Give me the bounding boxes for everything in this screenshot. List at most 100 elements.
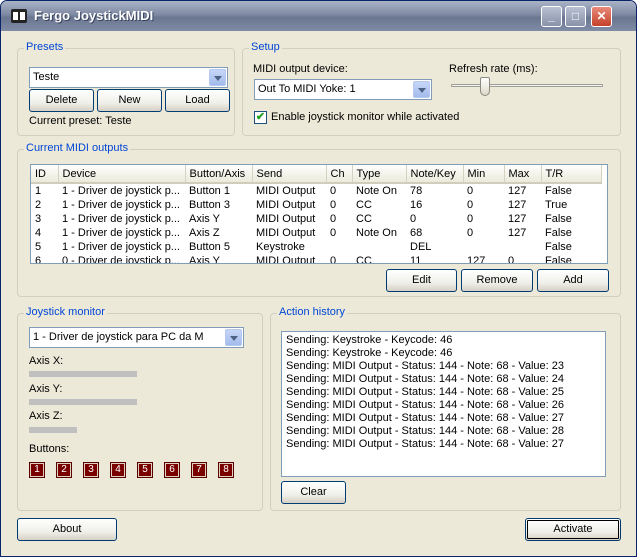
table-cell: 1 - Driver de joystick p... [62, 213, 180, 225]
history-line: Sending: MIDI Output - Status: 144 - Not… [286, 412, 565, 424]
refresh-rate-slider-track[interactable] [451, 84, 603, 87]
about-button[interactable]: About [17, 518, 117, 541]
refresh-rate-slider-thumb[interactable] [480, 77, 490, 96]
joystick-button-indicator: 7 [191, 462, 207, 478]
table-cell: MIDI Output [256, 227, 316, 239]
table-row[interactable]: 3 1 - Driver de joystick p... Axis Y MIDI O… [31, 212, 601, 226]
table-cell: Note On [356, 227, 397, 239]
history-line: Sending: MIDI Output - Status: 144 - Not… [286, 386, 565, 398]
table-cell: 6 [35, 255, 42, 264]
column-header[interactable]: Max [504, 165, 542, 184]
clear-history-button[interactable]: Clear [281, 481, 346, 504]
remove-output-button[interactable]: Remove [461, 269, 533, 292]
axis-z-bar [29, 427, 77, 433]
table-cell [326, 240, 352, 254]
edit-output-button[interactable]: Edit [386, 269, 457, 292]
history-line: Sending: Keystroke - Keycode: 46 [286, 334, 453, 346]
app-window: Fergo JoystickMIDI _ □ ✕ Presets Teste D… [0, 0, 637, 557]
table-cell: Keystroke [256, 241, 305, 253]
axis-y-bar [29, 399, 137, 405]
joystick-button-indicator: 4 [110, 462, 126, 478]
new-preset-button[interactable]: New [97, 89, 162, 112]
midi-device-select[interactable]: Out To MIDI Yoke: 1 [254, 79, 432, 100]
table-cell: False [545, 255, 572, 264]
column-header[interactable]: Type [352, 165, 407, 184]
refresh-rate-label: Refresh rate (ms): [449, 63, 538, 75]
table-cell: 127 [508, 227, 527, 239]
history-line: Sending: MIDI Output - Status: 144 - Not… [286, 438, 565, 450]
maximize-button[interactable]: □ [565, 6, 586, 27]
history-line: Sending: Keystroke - Keycode: 46 [286, 347, 453, 359]
table-cell: Axis Z [189, 227, 220, 239]
close-button[interactable]: ✕ [591, 6, 612, 27]
axis-y-label: Axis Y: [29, 383, 63, 395]
table-cell: 0 [410, 213, 417, 225]
column-header[interactable]: Button/Axis [185, 165, 253, 184]
add-output-button[interactable]: Add [537, 269, 609, 292]
table-cell: 0 [467, 185, 474, 197]
delete-preset-button[interactable]: Delete [29, 89, 94, 112]
history-line: Sending: MIDI Output - Status: 144 - Not… [286, 399, 565, 411]
column-header[interactable]: T/R [541, 165, 602, 184]
table-row[interactable]: 4 1 - Driver de joystick p... Axis Z MIDI O… [31, 226, 601, 240]
chevron-down-icon[interactable] [209, 69, 226, 86]
midi-outputs-table[interactable]: ID Device Button/Axis Send Ch Type Note/Key Min… [30, 164, 608, 264]
table-cell: DEL [410, 241, 432, 253]
column-header[interactable]: Send [252, 165, 327, 184]
column-header[interactable]: Note/Key [406, 165, 464, 184]
load-preset-button[interactable]: Load [165, 89, 230, 112]
table-cell: 0 [330, 213, 337, 225]
joystick-monitor-legend: Joystick monitor [24, 306, 107, 318]
column-header[interactable]: Ch [326, 165, 353, 184]
table-cell: CC [356, 213, 372, 225]
table-cell: Button 3 [189, 199, 230, 211]
table-cell: Axis Y [189, 213, 220, 225]
table-row[interactable]: 5 1 - Driver de joystick p... Button 5 Keys… [31, 240, 601, 254]
presets-legend: Presets [24, 41, 66, 53]
table-cell: 16 [410, 199, 423, 211]
table-cell: Button 1 [189, 185, 230, 197]
column-header[interactable]: Device [58, 165, 186, 184]
table-cell: 1 - Driver de joystick p... [62, 199, 180, 211]
table-cell: 127 [508, 213, 527, 225]
preset-select[interactable]: Teste [29, 67, 228, 88]
table-cell: 5 [35, 241, 42, 253]
table-cell: 1 - Driver de joystick p... [62, 227, 180, 239]
minimize-button[interactable]: _ [541, 6, 562, 27]
table-row[interactable]: 1 1 - Driver de joystick p... Button 1 MIDI… [31, 183, 601, 198]
table-cell: 127 [508, 185, 527, 197]
joystick-button-indicator: 2 [56, 462, 72, 478]
action-history-legend: Action history [277, 306, 348, 318]
table-cell: 0 [330, 255, 337, 264]
table-cell: 0 - Driver de joystick p... [62, 255, 180, 264]
midi-device-label: MIDI output device: [253, 63, 348, 75]
window-title: Fergo JoystickMIDI [34, 8, 154, 23]
axis-x-bar [29, 371, 137, 377]
history-line: Sending: MIDI Output - Status: 144 - Not… [286, 360, 565, 372]
title-bar[interactable]: Fergo JoystickMIDI _ □ ✕ [1, 1, 636, 31]
table-cell: 0 [330, 227, 337, 239]
table-row[interactable]: 6 0 - Driver de joystick p... Axis Y MIDI O… [31, 254, 601, 264]
table-cell: 1 - Driver de joystick p... [62, 241, 180, 253]
chevron-down-icon[interactable] [413, 81, 430, 98]
column-header[interactable]: Min [463, 165, 505, 184]
activate-button[interactable]: Activate [525, 518, 621, 541]
joystick-app-icon [11, 9, 27, 23]
joystick-button-indicator: 6 [164, 462, 180, 478]
chevron-down-icon[interactable] [225, 329, 242, 346]
table-cell: MIDI Output [256, 185, 316, 197]
column-header[interactable]: ID [31, 165, 59, 184]
table-cell: False [545, 213, 572, 225]
joystick-button-indicator: 5 [137, 462, 153, 478]
axis-z-label: Axis Z: [29, 410, 63, 422]
preset-select-value: Teste [33, 71, 60, 83]
table-cell: 11 [410, 255, 422, 264]
table-cell [352, 240, 406, 254]
monitor-enable-checkbox[interactable]: ✔ [254, 111, 267, 124]
action-history-list[interactable]: Sending: Keystroke - Keycode: 46 Sending:… [281, 331, 606, 477]
table-cell: 4 [35, 227, 42, 239]
table-row[interactable]: 2 1 - Driver de joystick p... Button 3 MIDI… [31, 198, 601, 212]
joystick-button-indicator: 1 [29, 462, 45, 478]
monitor-device-select[interactable]: 1 - Driver de joystick para PC da M [29, 327, 244, 348]
axis-x-label: Axis X: [29, 355, 64, 367]
